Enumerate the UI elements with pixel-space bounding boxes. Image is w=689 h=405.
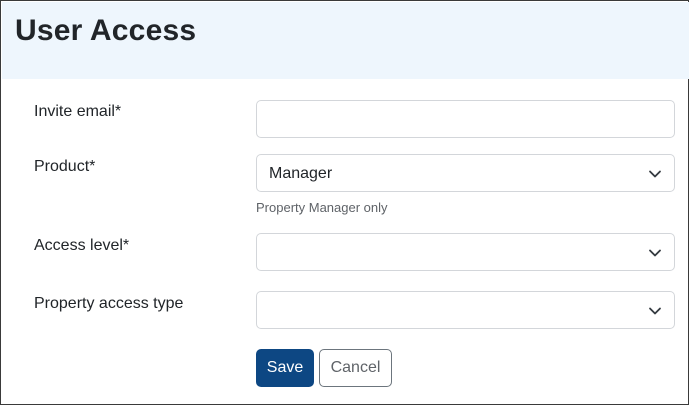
- panel-header: User Access: [2, 2, 689, 79]
- chevron-down-icon: [649, 249, 661, 257]
- invite-email-label: Invite email*: [34, 103, 122, 120]
- user-access-panel: User Access Invite email* Product* Manag…: [0, 0, 689, 405]
- invite-email-field-wrapper: [256, 100, 675, 138]
- chevron-down-icon: [649, 307, 661, 315]
- product-select[interactable]: Manager: [256, 154, 675, 192]
- save-button[interactable]: Save: [256, 349, 314, 387]
- product-help-text: Property Manager only: [256, 200, 388, 215]
- product-label: Product*: [34, 158, 96, 175]
- invite-email-input[interactable]: [257, 101, 674, 137]
- product-selected-value: Manager: [269, 165, 333, 182]
- access-level-select[interactable]: [256, 233, 675, 271]
- access-level-label: Access level*: [34, 237, 130, 254]
- cancel-button[interactable]: Cancel: [319, 349, 392, 387]
- chevron-down-icon: [649, 170, 661, 178]
- page-title: User Access: [15, 14, 197, 47]
- property-access-type-label: Property access type: [34, 295, 184, 312]
- property-access-type-select[interactable]: [256, 291, 675, 329]
